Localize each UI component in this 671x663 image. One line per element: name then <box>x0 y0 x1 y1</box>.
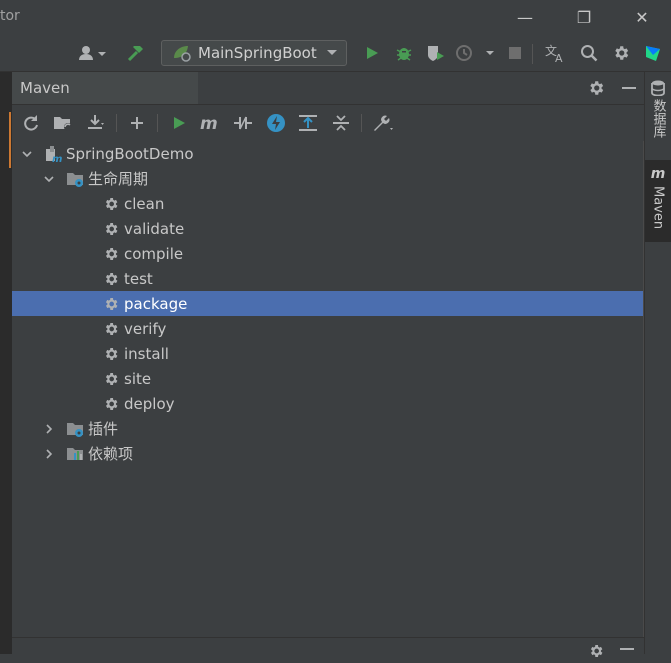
tree-node-label: compile <box>124 244 184 263</box>
collapse-all-icon[interactable] <box>329 111 353 135</box>
gear-icon <box>102 320 120 338</box>
tree-node-label: install <box>124 344 169 363</box>
svg-text:m: m <box>52 154 62 163</box>
database-tool-tab[interactable]: 数据库 <box>645 76 671 146</box>
execute-maven-goal-icon[interactable]: m <box>198 111 222 135</box>
add-icon[interactable] <box>125 111 149 135</box>
gear-icon <box>102 220 120 238</box>
maven-tab-label: Maven <box>650 186 666 230</box>
hide-panel-icon[interactable] <box>617 77 641 99</box>
stop-icon[interactable] <box>503 42 527 64</box>
tree-node-label: SpringBootDemo <box>66 144 194 163</box>
translate-icon[interactable]: 文A <box>543 42 567 64</box>
tree-node-label: validate <box>124 219 185 238</box>
chevron-right-icon[interactable] <box>42 447 56 461</box>
svg-text:m: m <box>200 114 218 132</box>
dependencies-folder-icon <box>66 445 84 463</box>
search-icon[interactable] <box>577 42 601 64</box>
download-icon[interactable] <box>84 111 108 135</box>
lifecycle-goal-item[interactable]: package <box>12 291 644 316</box>
tree-node-label: test <box>124 269 153 288</box>
gear-icon <box>102 345 120 363</box>
lifecycle-goal-item[interactable]: validate <box>12 216 644 241</box>
run-config-label: MainSpringBoot <box>198 44 317 62</box>
tree-node-label: clean <box>124 194 165 213</box>
settings-gear-icon[interactable] <box>609 42 633 64</box>
tree-node[interactable]: 生命周期 <box>12 166 644 191</box>
gear-icon <box>102 295 120 313</box>
run-maven-build-icon[interactable] <box>167 111 191 135</box>
maven-tool-tab[interactable]: m Maven <box>645 160 671 242</box>
gear-icon <box>102 395 120 413</box>
tree-node-label: 插件 <box>88 420 119 438</box>
tree-node-label: site <box>124 369 152 388</box>
lifecycle-goal-item[interactable]: test <box>12 266 644 291</box>
toolbar-separator <box>157 114 158 132</box>
database-tab-label: 数据库 <box>650 99 666 138</box>
tree-node[interactable]: 插件 <box>12 416 644 441</box>
window-title: tor <box>0 8 20 24</box>
toolbar-separator <box>532 44 533 64</box>
maven-project-icon: m <box>44 145 62 163</box>
lifecycle-goal-item[interactable]: install <box>12 341 644 366</box>
svg-text:A: A <box>555 52 563 63</box>
tree-node-label: 生命周期 <box>88 170 149 188</box>
spring-boot-icon <box>172 44 192 62</box>
toolbar-separator <box>361 114 362 132</box>
tree-node-label: package <box>124 294 188 313</box>
toolbar-separator <box>116 114 117 132</box>
bottom-hide-icon[interactable] <box>620 648 634 650</box>
run-icon[interactable] <box>360 42 384 64</box>
reload-icon[interactable] <box>19 111 43 135</box>
maven-projects-tree: m SpringBootDemo 生命周期 clean validate compile t… <box>12 141 644 637</box>
tree-node[interactable]: m SpringBootDemo <box>12 141 644 166</box>
lifecycle-goal-item[interactable]: verify <box>12 316 644 341</box>
lifecycle-folder-icon <box>66 420 84 438</box>
chevron-down-icon[interactable] <box>20 147 34 161</box>
debug-icon[interactable] <box>392 42 416 64</box>
bottom-panel-header <box>12 637 644 655</box>
panel-settings-icon[interactable] <box>584 77 608 99</box>
database-icon <box>651 80 665 96</box>
maven-tab-icon: m <box>650 166 666 182</box>
restore-button[interactable]: ❐ <box>572 6 596 28</box>
close-button[interactable]: ✕ <box>630 6 654 28</box>
minimize-button[interactable]: — <box>513 6 537 28</box>
tree-node-label: verify <box>124 319 167 338</box>
toggle-offline-mode-icon[interactable] <box>231 111 255 135</box>
run-configuration-dropdown[interactable]: MainSpringBoot <box>161 40 347 66</box>
gear-icon <box>102 245 120 263</box>
bottom-settings-icon[interactable] <box>588 643 604 663</box>
lifecycle-goal-item[interactable]: site <box>12 366 644 391</box>
title-bar <box>0 0 671 34</box>
jetbrains-toolbox-icon[interactable] <box>641 42 665 64</box>
chevron-down-icon <box>326 49 338 57</box>
tree-node[interactable]: 依赖项 <box>12 441 644 466</box>
show-dependencies-icon[interactable] <box>296 111 320 135</box>
profiler-icon[interactable] <box>454 42 496 64</box>
tree-node-label: deploy <box>124 394 175 413</box>
gear-icon <box>102 270 120 288</box>
lifecycle-goal-item[interactable]: clean <box>12 191 644 216</box>
maven-panel-title: Maven <box>20 79 70 97</box>
maven-settings-wrench-icon[interactable] <box>370 111 398 135</box>
tree-node-label: 依赖项 <box>88 445 134 463</box>
lifecycle-folder-icon <box>66 170 84 188</box>
coverage-icon[interactable] <box>424 42 448 64</box>
editor-accent-marker <box>0 112 11 168</box>
gear-icon <box>102 370 120 388</box>
chevron-down-icon[interactable] <box>42 172 56 186</box>
lifecycle-goal-item[interactable]: deploy <box>12 391 644 416</box>
gear-icon <box>102 195 120 213</box>
chevron-right-icon[interactable] <box>42 422 56 436</box>
user-icon[interactable] <box>74 42 110 64</box>
skip-tests-icon[interactable] <box>264 111 288 135</box>
generate-sources-icon[interactable] <box>51 111 75 135</box>
lifecycle-goal-item[interactable]: compile <box>12 241 644 266</box>
build-hammer-icon[interactable] <box>124 42 148 64</box>
